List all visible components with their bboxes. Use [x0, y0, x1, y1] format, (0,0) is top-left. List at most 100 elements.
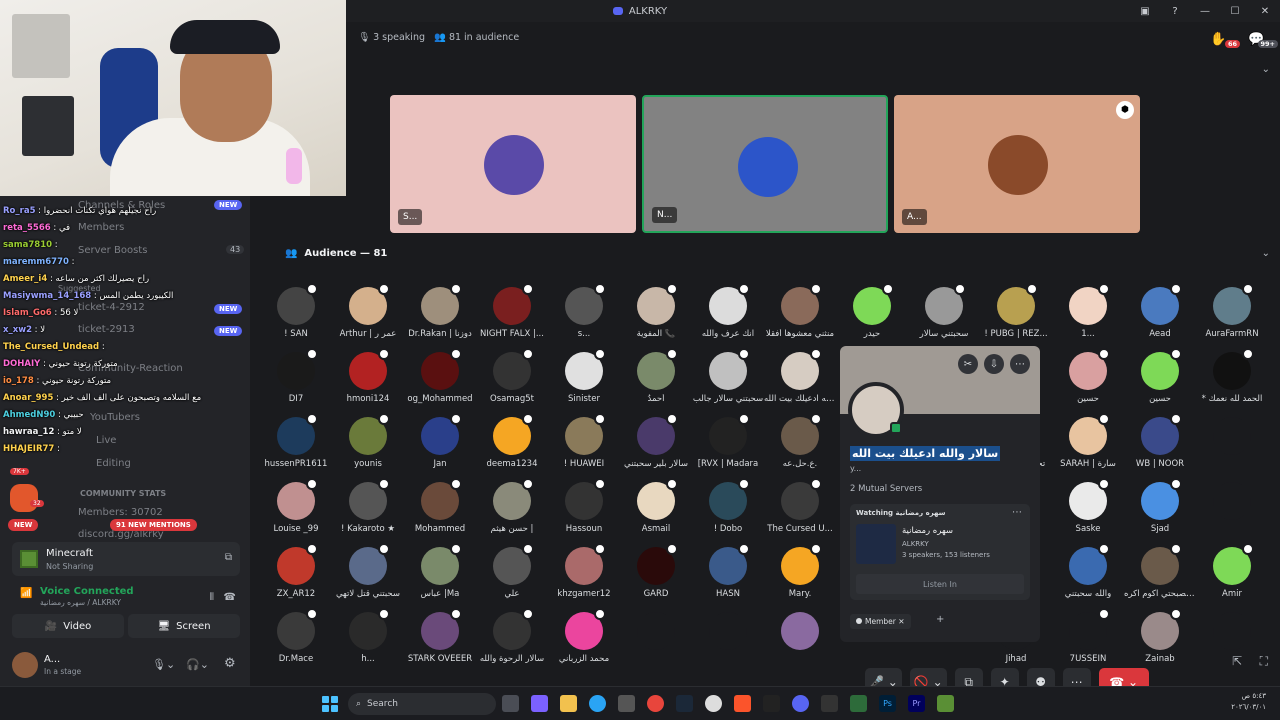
audience-member[interactable]: والله سحبتني — [1052, 539, 1124, 599]
audience-member[interactable]: WB | NOOR — [1124, 409, 1196, 469]
collapse-chevron-icon[interactable]: ⌄ — [1262, 64, 1270, 75]
audience-member[interactable]: khzgamer12 — [548, 539, 620, 599]
audience-member[interactable]: younis — [332, 409, 404, 469]
move-to-audience-icon[interactable]: ⇩ — [984, 354, 1004, 374]
popout-icon[interactable]: ⇱ — [1232, 654, 1242, 668]
audience-member[interactable]: حيدر — [836, 279, 908, 339]
disconnect-voice-icon[interactable]: ☎ — [224, 592, 236, 603]
stats-channel[interactable]: Members: 30702 — [78, 507, 163, 518]
audience-member[interactable]: ! HUAWEI — [548, 409, 620, 469]
audience-member[interactable]: سالار بلير سحبتني — [620, 409, 692, 469]
audience-member[interactable]: ! SAN — [260, 279, 332, 339]
audience-member[interactable]: og_Mohammed — [404, 344, 476, 404]
audience-member[interactable]: حسين — [1052, 344, 1124, 404]
system-tray[interactable]: ٥:٤٣ ص ٢٠٢٦/٠٣/٠١ — [1231, 691, 1266, 713]
audience-member[interactable]: Zainab — [1124, 604, 1196, 664]
audience-member[interactable]: سحبتني سالار — [908, 279, 980, 339]
audience-member[interactable]: STARK OVEEER — [404, 604, 476, 664]
file-explorer-icon[interactable] — [560, 695, 577, 712]
audience-member[interactable]: Aead — [1124, 279, 1196, 339]
speaker-tile[interactable]: A... ⬢ — [894, 95, 1140, 233]
discord-icon[interactable] — [792, 695, 809, 712]
audience-member[interactable]: HASN — [692, 539, 764, 599]
listen-in-button[interactable]: Listen In — [856, 574, 1024, 594]
audience-member[interactable]: GARD — [620, 539, 692, 599]
audience-member[interactable]: ! Kakaroto ★ — [332, 474, 404, 534]
audience-member[interactable]: والله ادعيلك بيت الله — [764, 344, 836, 404]
card-more-icon[interactable]: ⋯ — [1012, 507, 1022, 518]
audience-member[interactable]: المفوية 📞 — [620, 279, 692, 339]
audience-member[interactable]: منثني معشوها أفقلا — [764, 279, 836, 339]
audience-member[interactable]: 7USSEIN — [1052, 604, 1124, 664]
audience-member[interactable]: ! Dobo — [692, 474, 764, 534]
audience-member[interactable]: اذا تصبحتي اكوم اكره — [1124, 539, 1196, 599]
add-role-icon[interactable]: + — [936, 614, 944, 625]
chat-button[interactable]: 💬 99+ — [1248, 28, 1278, 48]
audience-member[interactable]: Arthur | عمر ر — [332, 279, 404, 339]
help-icon[interactable]: ? — [1160, 0, 1190, 22]
raise-hand-button[interactable]: ✋ 66 — [1210, 28, 1240, 48]
deafen-icon[interactable]: 🎧⌄ — [186, 658, 209, 671]
audience-member[interactable]: hussenPR1611 — [260, 409, 332, 469]
more-options-icon[interactable]: ⋯ — [1010, 354, 1030, 374]
audience-member[interactable]: Saske — [1052, 474, 1124, 534]
audience-member[interactable]: 1... — [1052, 279, 1124, 339]
audience-member[interactable]: انك عرف والله — [692, 279, 764, 339]
audience-member[interactable]: Hassoun — [548, 474, 620, 534]
settings-app-icon[interactable] — [821, 695, 838, 712]
audience-member[interactable]: Sjad — [1124, 474, 1196, 534]
audience-member[interactable]: Jan — [404, 409, 476, 469]
server-icon[interactable] — [10, 484, 38, 512]
audience-member[interactable]: أحمدُ — [620, 344, 692, 404]
video-button[interactable]: 🎥 Video — [12, 614, 124, 638]
audience-member[interactable]: Mary. — [764, 539, 836, 599]
mute-icon[interactable]: 🎙⌄ — [152, 658, 175, 671]
audience-member[interactable]: ع.حل.عه. — [764, 409, 836, 469]
audience-member[interactable]: * الحمد لله نعمك — [1196, 344, 1268, 404]
audience-member[interactable]: SARAH | سارة — [1052, 409, 1124, 469]
voice-channel[interactable]: سهره رمضانية / ALKRKY — [40, 598, 121, 607]
audience-member[interactable] — [692, 604, 764, 664]
audience-member[interactable]: deema1234 — [476, 409, 548, 469]
steam-icon[interactable] — [676, 695, 693, 712]
channel-item[interactable]: Live — [96, 435, 116, 446]
audience-member[interactable]: AuraFarmRN — [1196, 279, 1268, 339]
close-button[interactable]: ✕ — [1250, 0, 1280, 22]
audience-member[interactable]: hmoni124 — [332, 344, 404, 404]
audience-member[interactable]: حسن هيثم | — [476, 474, 548, 534]
audience-member[interactable]: سالار الرحوة والله — [476, 604, 548, 664]
voice-connected[interactable]: Voice Connected — [40, 586, 134, 597]
audience-member[interactable]: سحبتني سالار جالب — [692, 344, 764, 404]
audience-collapse-icon[interactable]: ⌄ — [1262, 248, 1270, 259]
chrome-icon[interactable] — [647, 695, 664, 712]
disconnect-icon[interactable]: ✂ — [958, 354, 978, 374]
audience-member[interactable] — [620, 604, 692, 664]
maximize-button[interactable]: ☐ — [1220, 0, 1250, 22]
speaker-tile[interactable]: N... — [642, 95, 888, 233]
audience-member[interactable] — [764, 604, 836, 664]
minecraft-taskbar-icon[interactable] — [937, 695, 954, 712]
task-view-icon[interactable] — [502, 695, 519, 712]
sidebar-item[interactable]: Server Boosts — [78, 245, 147, 256]
edge-icon[interactable] — [589, 695, 606, 712]
screen-button[interactable]: 🖥 Screen — [128, 614, 240, 638]
spotify-icon[interactable] — [850, 695, 867, 712]
channel-item[interactable]: ticket-2913 — [78, 324, 135, 335]
audience-member[interactable]: Mohammed — [404, 474, 476, 534]
audience-member[interactable]: سحبتني قتل لاتهي — [332, 539, 404, 599]
start-button[interactable] — [322, 696, 338, 712]
sidebar-category[interactable]: COMMUNITY STATS — [80, 489, 166, 498]
audience-member[interactable]: Osamag5t — [476, 344, 548, 404]
fullscreen-icon[interactable]: ⛶ — [1260, 654, 1268, 669]
audience-member[interactable]: [RVX | Madara — [692, 409, 764, 469]
audience-member[interactable]: حسين — [1124, 344, 1196, 404]
noise-icon[interactable]: ⦀ — [210, 592, 214, 603]
audience-member[interactable]: Dr.Mace — [260, 604, 332, 664]
sidebar-item[interactable]: Members — [78, 222, 124, 233]
capcut-icon[interactable] — [763, 695, 780, 712]
audience-member[interactable]: The Cursed U... — [764, 474, 836, 534]
audience-member[interactable]: h... — [332, 604, 404, 664]
photoshop-icon[interactable]: Ps — [879, 695, 896, 712]
audience-member[interactable]: Dr.Rakan | دوزنا — [404, 279, 476, 339]
channel-item[interactable]: ticket-4-2912 — [78, 302, 145, 313]
